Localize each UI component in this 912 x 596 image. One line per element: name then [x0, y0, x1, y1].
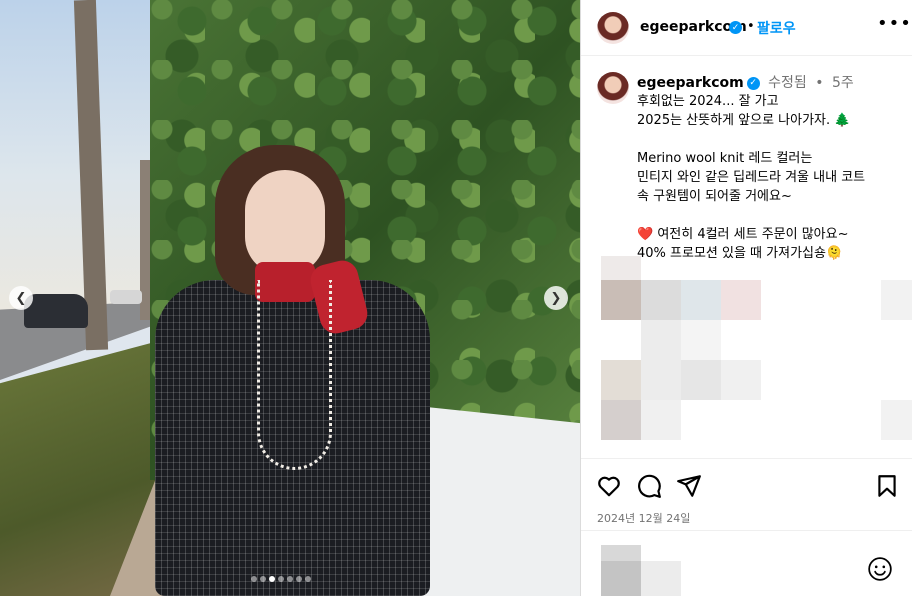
follow-button[interactable]: 팔로우 — [757, 18, 796, 38]
comment-area — [581, 530, 912, 596]
verified-badge-icon: ✓ — [729, 21, 742, 34]
blurred-avatar — [601, 561, 641, 596]
heart-icon[interactable] — [596, 473, 622, 499]
post-photo[interactable]: ❮ ❯ — [0, 0, 580, 596]
photo-face — [245, 170, 325, 275]
post-header: egeeparkcom ✓ • 팔로우 ••• — [581, 0, 912, 56]
avatar[interactable] — [597, 12, 629, 44]
verified-badge-icon: ✓ — [746, 76, 760, 90]
carousel-dot — [287, 576, 293, 582]
carousel-prev-button[interactable]: ❮ — [9, 286, 33, 310]
carousel-dot — [269, 576, 275, 582]
send-icon[interactable] — [676, 473, 702, 499]
carousel-dot — [260, 576, 266, 582]
bookmark-icon[interactable] — [874, 473, 900, 499]
photo-pearl-necklace — [257, 280, 332, 470]
carousel-dot — [251, 576, 257, 582]
carousel-dot — [305, 576, 311, 582]
separator-dot: • — [815, 75, 824, 91]
post-age[interactable]: 5주 — [832, 75, 854, 91]
more-options-icon[interactable]: ••• — [877, 13, 912, 34]
caption-text: 후회없는 2024... 잘 가고 2025는 산뜻하게 앞으로 나아가자. 🌲… — [637, 94, 866, 261]
caption-author-line: egeeparkcom ✓ 수정됨 • 5주 — [637, 72, 854, 92]
caption-username[interactable]: egeeparkcom — [637, 75, 744, 91]
post-side-panel: egeeparkcom ✓ • 팔로우 ••• egeeparkcom ✓ 수정됨… — [580, 0, 912, 596]
post-caption: egeeparkcom ✓ 수정됨 • 5주 후회없는 2024... 잘 가고 … — [581, 56, 912, 456]
post-date[interactable]: 2024년 12월 24일 — [597, 510, 690, 526]
carousel-indicator — [251, 576, 311, 582]
chevron-left-icon: ❮ — [15, 290, 27, 306]
blurred-comments — [591, 256, 912, 456]
photo-car — [24, 294, 88, 328]
carousel-dot — [278, 576, 284, 582]
edited-label: 수정됨 — [768, 75, 807, 91]
avatar[interactable] — [597, 72, 629, 104]
post-actions: 2024년 12월 24일 — [581, 458, 912, 530]
chevron-right-icon: ❯ — [550, 290, 562, 306]
separator-dot: • — [747, 19, 755, 34]
photo-car — [110, 290, 142, 304]
blurred-text — [641, 561, 681, 596]
comment-icon[interactable] — [636, 473, 662, 499]
emoji-icon[interactable] — [867, 556, 893, 582]
photo-person — [145, 140, 435, 596]
carousel-dot — [296, 576, 302, 582]
carousel-next-button[interactable]: ❯ — [544, 286, 568, 310]
